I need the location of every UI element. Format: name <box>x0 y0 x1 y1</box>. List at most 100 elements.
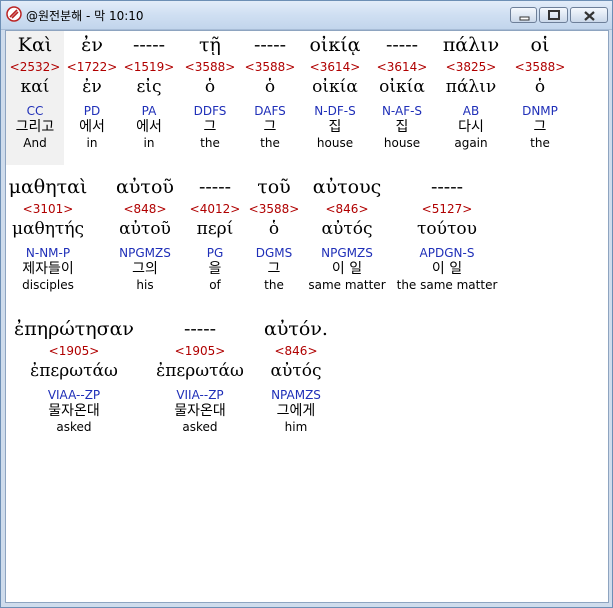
lemma: μαθητής <box>11 219 85 239</box>
word-autou[interactable]: αὐτοῦ <848> αὐτοῦ NPGMZS 그의 his <box>110 173 180 293</box>
close-icon <box>584 11 595 21</box>
strong-number: <3588> <box>184 60 236 74</box>
word-te[interactable]: τῇ <3588> ὁ DDFS 그 the <box>182 31 238 151</box>
window-title: @원전분해 - 막 10:10 <box>26 9 144 23</box>
strong-number: <2532> <box>9 60 61 74</box>
english-gloss: the <box>200 136 220 150</box>
english-gloss: And <box>23 136 47 150</box>
english-gloss: in <box>86 136 98 150</box>
parsing-code: N-DF-S <box>314 104 356 118</box>
english-gloss: same matter <box>308 278 386 292</box>
word-eperotesan[interactable]: ἐπηρώτησαν <1905> ἐπερωτάω VIAA--ZP 물자온대… <box>8 315 140 435</box>
parsing-code: PD <box>83 104 101 118</box>
minimize-icon <box>519 16 530 21</box>
lemma: ἐπερωτάω <box>30 361 118 381</box>
word-palin[interactable]: πάλιν <3825> πάλιν AB 다시 again <box>438 31 504 151</box>
greek-word: οἰκίᾳ <box>309 34 361 56</box>
maximize-icon <box>548 10 560 20</box>
greek-word: ----- <box>183 318 217 340</box>
korean-gloss: 제자들이 <box>22 261 74 277</box>
strong-number: <3588> <box>248 202 300 216</box>
korean-gloss: 을 <box>208 261 222 277</box>
parsing-code: NPAMZS <box>271 388 321 402</box>
word-toutou[interactable]: ----- <5127> τούτου APDGN-S 이 일 the same… <box>396 173 498 293</box>
title-bar[interactable]: @원전분해 - 막 10:10 <box>1 1 612 30</box>
english-gloss: house <box>316 136 354 150</box>
korean-gloss: 에서 <box>136 119 162 135</box>
parsing-code: DAFS <box>254 104 286 118</box>
strong-number: <1722> <box>66 60 118 74</box>
close-button[interactable] <box>570 7 608 23</box>
greek-word: αὐτόν. <box>264 318 328 340</box>
english-gloss: the <box>260 136 280 150</box>
lemma: καί <box>20 77 50 97</box>
word-autous[interactable]: αὐτους <846> αὐτός NPGMZS 이 일 same matte… <box>304 173 390 293</box>
interlinear-view[interactable]: Καὶ <2532> καί CC 그리고 And ἐν <1722> ἐν P… <box>5 30 609 603</box>
parsing-code: APDGN-S <box>419 246 475 260</box>
strong-number: <3101> <box>22 202 74 216</box>
strong-number: <1905> <box>48 344 100 358</box>
lemma: οἰκία <box>379 77 425 97</box>
greek-word: Καὶ <box>17 34 53 56</box>
word-mathetai[interactable]: μαθηταὶ <3101> μαθητής N-NM-P 제자들이 disci… <box>8 173 88 293</box>
korean-gloss: 그에게 <box>276 403 316 419</box>
lemma: τούτου <box>417 219 477 239</box>
strong-number: <846> <box>274 344 318 358</box>
english-gloss: the same matter <box>396 278 498 292</box>
greek-word: τῇ <box>199 34 221 56</box>
word-eis[interactable]: ----- <1519> εἰς PA 에서 in <box>123 31 175 151</box>
english-gloss: disciples <box>22 278 74 292</box>
app-window: @원전분해 - 막 10:10 Καὶ <2532> καί CC 그리고 An… <box>0 0 613 608</box>
word-oikian[interactable]: ----- <3614> οἰκία N-AF-S 집 house <box>370 31 434 151</box>
greek-word: πάλιν <box>442 34 500 56</box>
lemma: ἐν <box>82 77 102 97</box>
word-peri[interactable]: ----- <4012> περί PG 을 of <box>187 173 243 293</box>
korean-gloss: 그 <box>533 119 547 135</box>
minimize-button[interactable] <box>510 7 537 23</box>
strong-number: <3614> <box>376 60 428 74</box>
lemma: ὁ <box>204 77 216 97</box>
lemma: εἰς <box>136 77 162 97</box>
parsing-code: DNMP <box>522 104 558 118</box>
greek-word: ----- <box>132 34 166 56</box>
english-gloss: the <box>264 278 284 292</box>
strong-number: <1519> <box>123 60 175 74</box>
parsing-code: PA <box>141 104 157 118</box>
english-gloss: the <box>530 136 550 150</box>
strong-number: <3825> <box>445 60 497 74</box>
parsing-code: DGMS <box>255 246 293 260</box>
parsing-code: VIIA--ZP <box>176 388 224 402</box>
greek-word: αὐτοῦ <box>116 176 174 198</box>
english-gloss: again <box>454 136 488 150</box>
bible-app-icon[interactable] <box>6 6 22 22</box>
greek-word: μαθηταὶ <box>8 176 88 198</box>
word-tou[interactable]: τοῦ <3588> ὁ DGMS 그 the <box>246 173 302 293</box>
korean-gloss: 물자온대 <box>174 403 226 419</box>
korean-gloss: 집 <box>328 119 342 135</box>
korean-gloss: 그의 <box>132 261 158 277</box>
parsing-code: DDFS <box>193 104 227 118</box>
english-gloss: asked <box>56 420 92 434</box>
parsing-code: NPGMZS <box>119 246 171 260</box>
lemma: οἰκία <box>312 77 358 97</box>
lemma: αὐτός <box>321 219 373 239</box>
korean-gloss: 그 <box>267 261 281 277</box>
word-kai[interactable]: Καὶ <2532> καί CC 그리고 And <box>6 31 64 165</box>
lemma: αὐτοῦ <box>119 219 171 239</box>
greek-word: ----- <box>253 34 287 56</box>
english-gloss: house <box>383 136 421 150</box>
lemma: ὁ <box>264 77 276 97</box>
english-gloss: in <box>143 136 155 150</box>
greek-word: ----- <box>385 34 419 56</box>
word-hoi[interactable]: οἱ <3588> ὁ DNMP 그 the <box>510 31 570 151</box>
parsing-code: AB <box>462 104 480 118</box>
greek-word: ἐπηρώτησαν <box>14 318 134 340</box>
word-auton[interactable]: αὐτόν. <846> αὐτός NPAMZS 그에게 him <box>260 315 332 435</box>
word-te-dafs[interactable]: ----- <3588> ὁ DAFS 그 the <box>242 31 298 151</box>
maximize-button[interactable] <box>539 7 568 23</box>
strong-number: <3588> <box>244 60 296 74</box>
word-en[interactable]: ἐν <1722> ἐν PD 에서 in <box>66 31 118 151</box>
word-oikia[interactable]: οἰκίᾳ <3614> οἰκία N-DF-S 집 house <box>303 31 367 151</box>
word-eperota[interactable]: ----- <1905> ἐπερωτάω VIIA--ZP 물자온대 aske… <box>152 315 248 435</box>
lemma: ὁ <box>268 219 280 239</box>
